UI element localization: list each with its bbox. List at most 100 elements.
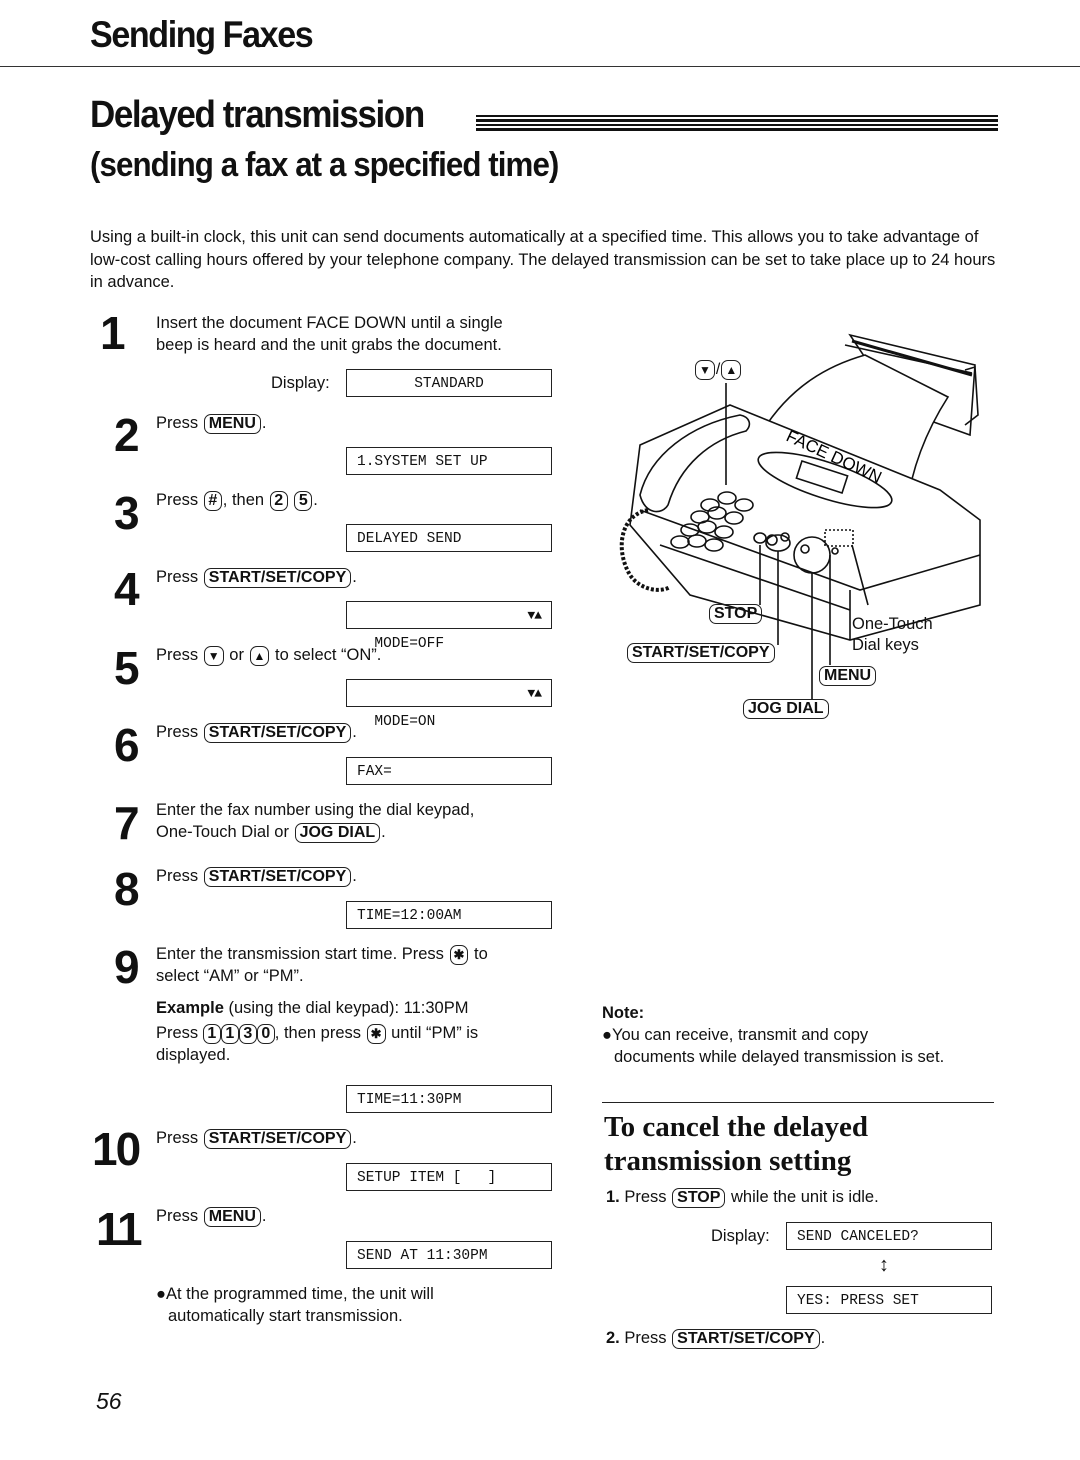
step-text-line: Enter the fax number using the dial keyp…: [156, 801, 475, 819]
lcd-display: FAX=: [346, 757, 552, 785]
up-arrow-key: ▲: [721, 360, 742, 380]
down-arrow-key: ▼: [203, 646, 224, 666]
lcd-display: SETUP ITEM [ ]: [346, 1163, 552, 1191]
step-11-text: Press MENU.: [156, 1205, 266, 1227]
step-5-text: Press ▼ or ▲ to select “ON”.: [156, 644, 381, 666]
step-3-text: Press #, then 2 5.: [156, 489, 318, 511]
press-label: Press: [156, 646, 199, 664]
menu-label: MENU: [818, 666, 877, 686]
start-set-copy-key: START/SET/COPY: [203, 1129, 352, 1149]
lcd-display: STANDARD: [346, 369, 552, 397]
then-press-label: , then press: [274, 1024, 361, 1042]
stop-key: STOP: [672, 1188, 726, 1208]
menu-key: MENU: [203, 414, 261, 434]
then-label: , then: [222, 491, 265, 509]
start-set-copy-label: START/SET/COPY: [626, 643, 776, 663]
start-set-copy-key: START/SET/COPY: [203, 723, 352, 743]
cancel-step-2: 2. Press START/SET/COPY.: [606, 1327, 825, 1349]
punctuation: .: [313, 491, 318, 509]
lcd-display: YES: PRESS SET: [786, 1286, 992, 1314]
punctuation: .: [261, 414, 267, 432]
step-text-line: Enter the transmission start time. Press: [156, 945, 444, 963]
header-divider: [0, 66, 1080, 67]
step-text-line: Insert the document FACE DOWN until a si…: [156, 314, 503, 332]
lcd-text: MODE=OFF: [374, 636, 445, 652]
start-set-copy-key: START/SET/COPY: [203, 568, 352, 588]
or-label: or: [229, 646, 244, 664]
press-label: Press: [156, 1129, 199, 1147]
cancel-step-1: 1. Press STOP while the unit is idle.: [606, 1186, 879, 1208]
punctuation: .: [820, 1329, 826, 1347]
step-number: 9: [114, 941, 140, 993]
start-set-copy-key: START/SET/COPY: [627, 643, 775, 663]
example-text: (using the dial keypad): 11:30PM: [228, 999, 469, 1017]
lcd-text: MODE=ON: [374, 714, 436, 730]
step-number: 7: [114, 797, 140, 849]
select-on-label: to select “ON”.: [275, 646, 382, 664]
start-set-copy-key: START/SET/COPY: [672, 1329, 820, 1349]
star-key: ✱: [366, 1024, 386, 1044]
lcd-display: 1.SYSTEM SET UP: [346, 447, 552, 475]
title-line: transmission setting: [604, 1145, 852, 1177]
note-divider: [602, 1102, 994, 1103]
step-4-text: Press START/SET/COPY.: [156, 566, 357, 588]
page-number: 56: [96, 1388, 122, 1414]
step-number: 11: [96, 1203, 143, 1255]
digit-0-key: 0: [256, 1024, 275, 1044]
press-label: Press: [156, 867, 199, 885]
down-up-arrows-icon: ▼▲: [527, 608, 542, 623]
press-label: Press: [156, 491, 199, 509]
menu-key: MENU: [819, 666, 877, 686]
step-number: 8: [114, 863, 140, 915]
step-text-line: beep is heard and the unit grabs the doc…: [156, 336, 502, 354]
stop-key: STOP: [709, 604, 763, 624]
start-set-copy-key: START/SET/COPY: [203, 867, 352, 887]
stop-label: STOP: [708, 604, 763, 624]
step-text-line: select “AM” or “PM”.: [156, 967, 304, 985]
example-label: Example: [156, 999, 224, 1017]
step-10-text: Press START/SET/COPY.: [156, 1127, 357, 1149]
jog-dial-label: JOG DIAL: [742, 699, 830, 719]
hash-key: #: [203, 491, 222, 511]
punctuation: .: [352, 867, 357, 885]
step-number: 5: [114, 642, 140, 694]
press-label: Press: [156, 568, 199, 586]
intro-paragraph: Using a built-in clock, this unit can se…: [90, 228, 996, 291]
down-arrow-key: ▼: [695, 360, 715, 380]
star-key: ✱: [449, 945, 469, 965]
bullet-line: automatically start transmission.: [168, 1307, 403, 1325]
menu-key: MENU: [203, 1207, 261, 1227]
step-8-text: Press START/SET/COPY.: [156, 865, 357, 887]
press-label: Press: [156, 414, 199, 432]
step-number: 10: [92, 1123, 141, 1175]
jog-dial-key: JOG DIAL: [743, 699, 829, 719]
step-7-text: Enter the fax number using the dial keyp…: [156, 799, 474, 843]
up-arrow-key: ▲: [249, 646, 270, 666]
until-pm-label: until “PM” is: [391, 1024, 479, 1042]
lcd-display: DELAYED SEND: [346, 524, 552, 552]
step-number: 1: [100, 307, 126, 359]
step-text-line: displayed.: [156, 1046, 231, 1064]
step-text-end: to: [474, 945, 488, 963]
lcd-display: TIME=12:00AM: [346, 901, 552, 929]
digit-1-key: 1: [202, 1024, 221, 1044]
press-label: Press: [624, 1329, 667, 1347]
lcd-display: MODE=ON ▼▲: [346, 679, 552, 730]
step-number: 3: [114, 487, 140, 539]
digit-2-key: 2: [269, 491, 288, 511]
punctuation: .: [381, 823, 386, 841]
note-block: Note: ●You can receive, transmit and cop…: [602, 1002, 944, 1068]
display-label: Display:: [271, 374, 330, 392]
page-subtitle: (sending a fax at a specified time): [90, 146, 559, 184]
step-number: 6: [114, 719, 140, 771]
step-number: 2: [114, 409, 140, 461]
press-label: Press: [156, 1024, 199, 1042]
step-number: 4: [114, 563, 140, 615]
label-line: One-Touch: [852, 615, 933, 633]
note-line: documents while delayed transmission is …: [614, 1048, 945, 1066]
step-6-text: Press START/SET/COPY.: [156, 721, 357, 743]
step-11-bullet: ●At the programmed time, the unit will a…: [156, 1283, 434, 1327]
note-title: Note:: [602, 1004, 645, 1022]
label-line: Dial keys: [852, 636, 919, 654]
note-line: ●You can receive, transmit and copy: [602, 1026, 869, 1044]
